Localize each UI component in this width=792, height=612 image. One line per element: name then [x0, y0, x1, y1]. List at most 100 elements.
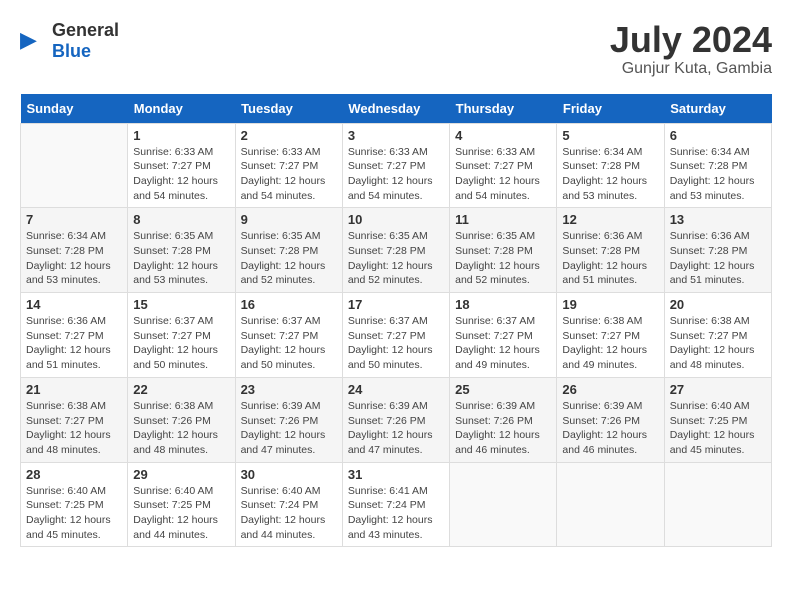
day-number: 20: [670, 297, 766, 312]
day-number: 26: [562, 382, 658, 397]
day-number: 15: [133, 297, 229, 312]
calendar-week-row: 14 Sunrise: 6:36 AMSunset: 7:27 PMDayligh…: [21, 293, 772, 378]
calendar-cell: 9 Sunrise: 6:35 AMSunset: 7:28 PMDaylight…: [235, 208, 342, 293]
day-info: Sunrise: 6:38 AMSunset: 7:26 PMDaylight:…: [133, 399, 229, 458]
day-info: Sunrise: 6:33 AMSunset: 7:27 PMDaylight:…: [348, 145, 444, 204]
calendar-cell: 31 Sunrise: 6:41 AMSunset: 7:24 PMDayligh…: [342, 462, 449, 547]
calendar-cell: 25 Sunrise: 6:39 AMSunset: 7:26 PMDayligh…: [450, 377, 557, 462]
day-info: Sunrise: 6:35 AMSunset: 7:28 PMDaylight:…: [455, 229, 551, 288]
calendar-cell: 24 Sunrise: 6:39 AMSunset: 7:26 PMDayligh…: [342, 377, 449, 462]
calendar-cell: 26 Sunrise: 6:39 AMSunset: 7:26 PMDayligh…: [557, 377, 664, 462]
day-info: Sunrise: 6:34 AMSunset: 7:28 PMDaylight:…: [670, 145, 766, 204]
weekday-header: Friday: [557, 94, 664, 124]
weekday-header: Sunday: [21, 94, 128, 124]
day-info: Sunrise: 6:40 AMSunset: 7:25 PMDaylight:…: [133, 484, 229, 543]
day-number: 25: [455, 382, 551, 397]
day-info: Sunrise: 6:38 AMSunset: 7:27 PMDaylight:…: [670, 314, 766, 373]
calendar-cell: 16 Sunrise: 6:37 AMSunset: 7:27 PMDayligh…: [235, 293, 342, 378]
day-info: Sunrise: 6:36 AMSunset: 7:27 PMDaylight:…: [26, 314, 122, 373]
day-number: 12: [562, 212, 658, 227]
calendar-cell: 5 Sunrise: 6:34 AMSunset: 7:28 PMDaylight…: [557, 123, 664, 208]
calendar-cell: [450, 462, 557, 547]
day-info: Sunrise: 6:39 AMSunset: 7:26 PMDaylight:…: [241, 399, 337, 458]
day-number: 14: [26, 297, 122, 312]
calendar-cell: 15 Sunrise: 6:37 AMSunset: 7:27 PMDayligh…: [128, 293, 235, 378]
day-number: 31: [348, 467, 444, 482]
calendar-table: SundayMondayTuesdayWednesdayThursdayFrid…: [20, 94, 772, 548]
calendar-cell: 7 Sunrise: 6:34 AMSunset: 7:28 PMDaylight…: [21, 208, 128, 293]
day-number: 21: [26, 382, 122, 397]
day-number: 10: [348, 212, 444, 227]
weekday-header-row: SundayMondayTuesdayWednesdayThursdayFrid…: [21, 94, 772, 124]
calendar-cell: 6 Sunrise: 6:34 AMSunset: 7:28 PMDaylight…: [664, 123, 771, 208]
day-info: Sunrise: 6:35 AMSunset: 7:28 PMDaylight:…: [241, 229, 337, 288]
day-info: Sunrise: 6:34 AMSunset: 7:28 PMDaylight:…: [562, 145, 658, 204]
day-info: Sunrise: 6:39 AMSunset: 7:26 PMDaylight:…: [562, 399, 658, 458]
day-info: Sunrise: 6:40 AMSunset: 7:25 PMDaylight:…: [670, 399, 766, 458]
calendar-week-row: 21 Sunrise: 6:38 AMSunset: 7:27 PMDayligh…: [21, 377, 772, 462]
day-number: 19: [562, 297, 658, 312]
calendar-cell: 19Sunrise: 6:38 AMSunset: 7:27 PMDayligh…: [557, 293, 664, 378]
page-header: ▶ General Blue July 2024 Gunjur Kuta, Ga…: [20, 20, 772, 78]
day-number: 16: [241, 297, 337, 312]
day-number: 7: [26, 212, 122, 227]
day-info: Sunrise: 6:40 AMSunset: 7:25 PMDaylight:…: [26, 484, 122, 543]
calendar-cell: 3Sunrise: 6:33 AMSunset: 7:27 PMDaylight…: [342, 123, 449, 208]
page-subtitle: Gunjur Kuta, Gambia: [610, 60, 772, 78]
day-number: 22: [133, 382, 229, 397]
day-number: 18: [455, 297, 551, 312]
weekday-header: Tuesday: [235, 94, 342, 124]
day-info: Sunrise: 6:38 AMSunset: 7:27 PMDaylight:…: [26, 399, 122, 458]
day-info: Sunrise: 6:39 AMSunset: 7:26 PMDaylight:…: [348, 399, 444, 458]
weekday-header: Wednesday: [342, 94, 449, 124]
weekday-header: Saturday: [664, 94, 771, 124]
day-info: Sunrise: 6:37 AMSunset: 7:27 PMDaylight:…: [348, 314, 444, 373]
day-info: Sunrise: 6:35 AMSunset: 7:28 PMDaylight:…: [133, 229, 229, 288]
day-info: Sunrise: 6:40 AMSunset: 7:24 PMDaylight:…: [241, 484, 337, 543]
calendar-cell: [21, 123, 128, 208]
day-info: Sunrise: 6:39 AMSunset: 7:26 PMDaylight:…: [455, 399, 551, 458]
day-number: 30: [241, 467, 337, 482]
calendar-cell: 28Sunrise: 6:40 AMSunset: 7:25 PMDayligh…: [21, 462, 128, 547]
day-number: 23: [241, 382, 337, 397]
day-number: 17: [348, 297, 444, 312]
day-info: Sunrise: 6:37 AMSunset: 7:27 PMDaylight:…: [241, 314, 337, 373]
calendar-cell: 18 Sunrise: 6:37 AMSunset: 7:27 PMDayligh…: [450, 293, 557, 378]
day-number: 11: [455, 212, 551, 227]
logo-blue-text: Blue: [52, 41, 91, 61]
calendar-cell: 14 Sunrise: 6:36 AMSunset: 7:27 PMDayligh…: [21, 293, 128, 378]
calendar-cell: 11 Sunrise: 6:35 AMSunset: 7:28 PMDayligh…: [450, 208, 557, 293]
day-info: Sunrise: 6:33 AMSunset: 7:27 PMDaylight:…: [133, 145, 229, 204]
logo: ▶ General Blue: [20, 20, 119, 62]
day-number: 8: [133, 212, 229, 227]
calendar-cell: 21 Sunrise: 6:38 AMSunset: 7:27 PMDayligh…: [21, 377, 128, 462]
calendar-cell: [664, 462, 771, 547]
day-info: Sunrise: 6:41 AMSunset: 7:24 PMDaylight:…: [348, 484, 444, 543]
day-info: Sunrise: 6:34 AMSunset: 7:28 PMDaylight:…: [26, 229, 122, 288]
calendar-cell: 10Sunrise: 6:35 AMSunset: 7:28 PMDayligh…: [342, 208, 449, 293]
calendar-cell: 20 Sunrise: 6:38 AMSunset: 7:27 PMDayligh…: [664, 293, 771, 378]
calendar-cell: 8 Sunrise: 6:35 AMSunset: 7:28 PMDaylight…: [128, 208, 235, 293]
calendar-week-row: 1 Sunrise: 6:33 AMSunset: 7:27 PMDaylight…: [21, 123, 772, 208]
calendar-week-row: 7 Sunrise: 6:34 AMSunset: 7:28 PMDaylight…: [21, 208, 772, 293]
day-number: 6: [670, 128, 766, 143]
calendar-cell: 4Sunrise: 6:33 AMSunset: 7:27 PMDaylight…: [450, 123, 557, 208]
calendar-cell: 23 Sunrise: 6:39 AMSunset: 7:26 PMDayligh…: [235, 377, 342, 462]
calendar-cell: 17 Sunrise: 6:37 AMSunset: 7:27 PMDayligh…: [342, 293, 449, 378]
day-info: Sunrise: 6:37 AMSunset: 7:27 PMDaylight:…: [133, 314, 229, 373]
day-number: 9: [241, 212, 337, 227]
logo-general-text: General: [52, 20, 119, 40]
day-info: Sunrise: 6:37 AMSunset: 7:27 PMDaylight:…: [455, 314, 551, 373]
calendar-cell: 1 Sunrise: 6:33 AMSunset: 7:27 PMDaylight…: [128, 123, 235, 208]
day-number: 24: [348, 382, 444, 397]
logo-icon: ▶: [20, 27, 48, 55]
day-number: 13: [670, 212, 766, 227]
calendar-cell: 22 Sunrise: 6:38 AMSunset: 7:26 PMDayligh…: [128, 377, 235, 462]
svg-text:▶: ▶: [20, 27, 37, 52]
day-number: 5: [562, 128, 658, 143]
calendar-cell: 29 Sunrise: 6:40 AMSunset: 7:25 PMDayligh…: [128, 462, 235, 547]
day-number: 2: [241, 128, 337, 143]
day-number: 29: [133, 467, 229, 482]
title-block: July 2024 Gunjur Kuta, Gambia: [610, 20, 772, 78]
day-number: 1: [133, 128, 229, 143]
